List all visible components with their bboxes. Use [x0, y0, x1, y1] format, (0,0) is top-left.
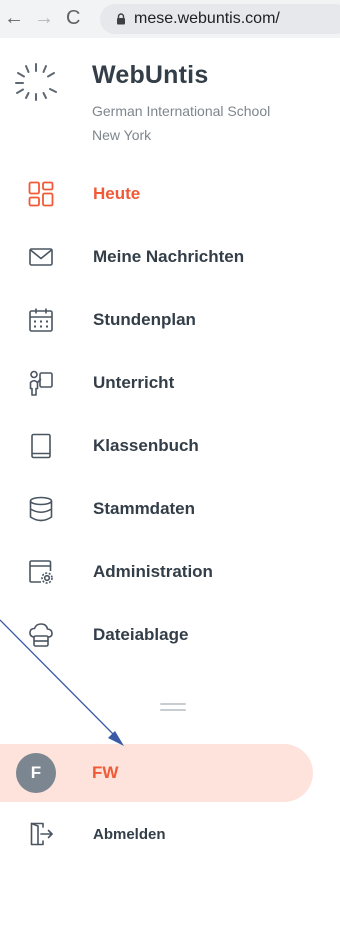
forward-arrow-icon[interactable]: → [34, 6, 54, 30]
menu-item-nachrichten[interactable]: Meine Nachrichten [0, 237, 340, 277]
book-icon [31, 433, 51, 459]
database-icon [29, 496, 53, 522]
menu-label: Stammdaten [93, 499, 196, 518]
reload-icon[interactable]: C [66, 6, 80, 30]
grid-icon [28, 181, 54, 207]
menu-label: Unterricht [93, 373, 175, 392]
lock-icon [117, 13, 125, 25]
logout-door-icon [30, 822, 53, 846]
menu-item-unterricht[interactable]: Unterricht [0, 363, 340, 403]
menu-label: Meine Nachrichten [93, 247, 245, 266]
admin-gear-icon [29, 560, 53, 584]
menu-label: Administration [93, 562, 213, 581]
user-name: FW [92, 763, 119, 782]
menu-item-klassenbuch[interactable]: Klassenbuch [0, 426, 340, 466]
browser-toolbar: ← → C mese.webuntis.com/ [0, 0, 340, 38]
calendar-icon [29, 308, 53, 332]
url-text: mese.webuntis.com/ [134, 10, 280, 27]
address-bar[interactable]: mese.webuntis.com/ [100, 4, 340, 34]
menu-item-stammdaten[interactable]: Stammdaten [0, 489, 340, 529]
school-name-line1: German International School [92, 103, 271, 119]
logout-button[interactable]: Abmelden [0, 814, 340, 854]
menu-item-stundenplan[interactable]: Stundenplan [0, 300, 340, 340]
drag-handle-icon[interactable] [159, 702, 187, 712]
app-title: WebUntis [92, 61, 209, 89]
menu-item-administration[interactable]: Administration [0, 552, 340, 592]
avatar: F [16, 753, 56, 793]
user-profile-item[interactable]: F FW [0, 744, 313, 802]
menu-label: Stundenplan [93, 310, 196, 329]
cloud-storage-icon [29, 623, 53, 647]
menu-label: Heute [93, 184, 141, 203]
menu-item-heute[interactable]: Heute [0, 174, 340, 214]
teacher-icon [29, 370, 53, 396]
menu-item-dateiablage[interactable]: Dateiablage [0, 615, 340, 655]
menu-label: Dateiablage [93, 625, 189, 644]
menu-label: Klassenbuch [93, 436, 199, 455]
back-arrow-icon[interactable]: ← [4, 6, 24, 30]
school-name-line2: New York [92, 127, 152, 143]
school-name: German International School New York [92, 99, 332, 147]
logout-label: Abmelden [93, 826, 166, 843]
envelope-icon [29, 248, 53, 266]
webuntis-logo-icon [15, 63, 57, 101]
